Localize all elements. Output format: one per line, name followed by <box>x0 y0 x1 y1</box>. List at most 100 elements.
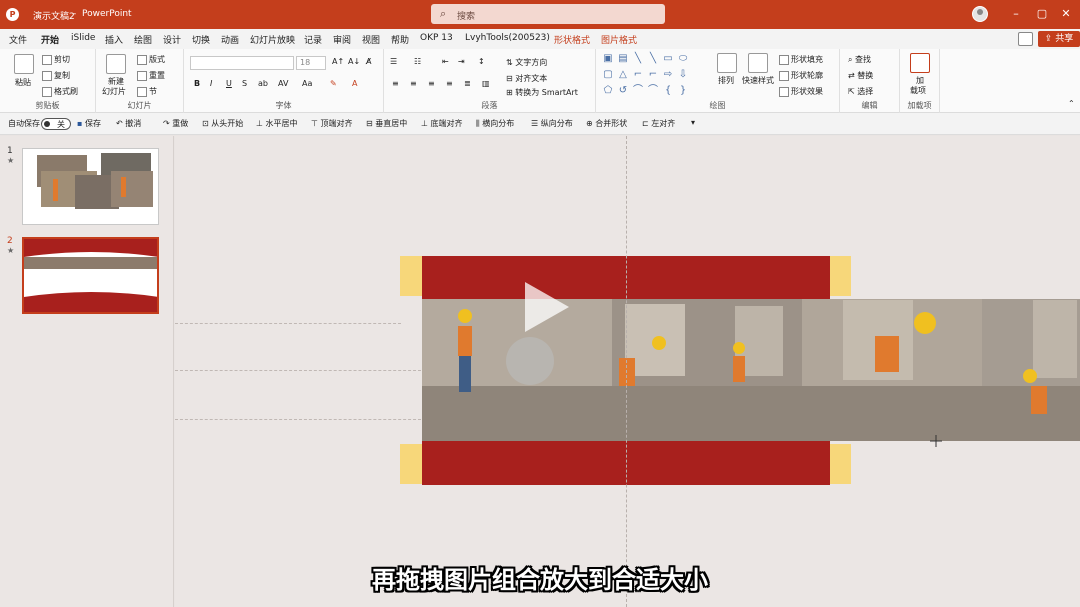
tab-lvyhtools[interactable]: LvyhTools(200523) <box>465 33 550 43</box>
columns-icon[interactable]: ▥ <box>482 79 490 88</box>
addins-icon[interactable] <box>910 53 930 73</box>
decrease-indent-icon[interactable]: ⇤ <box>442 57 449 66</box>
cut-button[interactable]: 剪切 <box>42 54 70 65</box>
comments-icon[interactable] <box>1018 32 1033 46</box>
align-vcenter-button[interactable]: ⊟ 垂直居中 <box>366 118 407 129</box>
grow-font-icon[interactable]: A↑ <box>332 57 344 66</box>
align-center-icon[interactable]: ≡ <box>410 79 417 88</box>
align-left-icon[interactable]: ≡ <box>392 79 399 88</box>
merge-shapes-button[interactable]: ⊕ 合并形状 <box>586 118 627 129</box>
shadow-button[interactable]: S <box>242 79 247 88</box>
tab-view[interactable]: 视图 <box>362 33 380 46</box>
arrange-icon[interactable] <box>717 53 737 73</box>
shape-effects-button[interactable]: 形状效果 <box>779 86 823 97</box>
tab-shape-format[interactable]: 形状格式 <box>554 33 590 46</box>
quick-styles-icon[interactable] <box>748 53 768 73</box>
slide-thumbnail-2[interactable] <box>22 237 159 314</box>
tab-slideshow[interactable]: 幻灯片放映 <box>250 33 295 46</box>
select-button[interactable]: ⇱ 选择 <box>848 86 873 97</box>
bullets-icon[interactable]: ☰ <box>390 57 397 66</box>
search-box[interactable]: ⌕ 搜索 <box>431 4 665 24</box>
line-spacing-icon[interactable]: ↕ <box>478 57 485 66</box>
customize-qat-icon[interactable]: ▾ <box>691 118 695 127</box>
slide-canvas[interactable] <box>175 136 1080 607</box>
section-button[interactable]: 节 <box>137 86 157 97</box>
align-top-button[interactable]: ⊤ 顶端对齐 <box>311 118 353 129</box>
tab-animations[interactable]: 动画 <box>221 33 239 46</box>
freeform-shape-icon[interactable]: ↺ <box>616 84 630 98</box>
paste-button[interactable]: 粘贴 <box>15 77 31 88</box>
arrange-button[interactable]: 排列 <box>718 75 734 86</box>
line2-shape-icon[interactable]: ╲ <box>646 52 660 66</box>
distribute-h-button[interactable]: ⫼ 横向分布 <box>476 118 514 129</box>
brace-right-shape-icon[interactable]: } <box>676 84 690 98</box>
save-button[interactable]: ▪ 保存 <box>77 118 101 129</box>
elbow2-shape-icon[interactable]: ⌐ <box>646 68 660 82</box>
font-size-box[interactable]: 18 <box>296 56 326 70</box>
italic-button[interactable]: I <box>210 79 212 88</box>
down-arrow-shape-icon[interactable]: ⇩ <box>676 68 690 82</box>
align-hcenter-button[interactable]: ⊥ 水平居中 <box>256 118 298 129</box>
bold-button[interactable]: B <box>194 79 200 88</box>
align-text-button[interactable]: ⊟ 对齐文本 <box>506 73 547 84</box>
undo-button[interactable]: ↶ 撤消 <box>116 118 141 129</box>
tab-draw[interactable]: 绘图 <box>134 33 152 46</box>
paste-icon[interactable] <box>14 54 34 74</box>
align-bottom-button[interactable]: ⊥ 底端对齐 <box>421 118 463 129</box>
brace-left-shape-icon[interactable]: { <box>661 84 675 98</box>
textbox-shape-icon[interactable]: ▣ <box>601 52 615 66</box>
smartart-button[interactable]: ⊞ 转换为 SmartArt <box>506 87 578 98</box>
underline-button[interactable]: U <box>226 79 232 88</box>
rounded-rect-shape-icon[interactable]: ▢ <box>601 68 615 82</box>
format-painter-button[interactable]: 格式刷 <box>42 86 78 97</box>
pentagon-shape-icon[interactable]: ⬠ <box>601 84 615 98</box>
new-slide-icon[interactable] <box>106 54 126 74</box>
maximize-icon[interactable]: ▢ <box>1034 6 1050 22</box>
clear-format-icon[interactable]: A̸ <box>366 57 371 66</box>
from-start-button[interactable]: ⊡ 从头开始 <box>202 118 243 129</box>
user-avatar[interactable] <box>972 6 988 22</box>
distribute-v-button[interactable]: ☰ 纵向分布 <box>531 118 573 129</box>
font-name-box[interactable] <box>190 56 294 70</box>
tab-picture-format[interactable]: 图片格式 <box>601 33 637 46</box>
oval-shape-icon[interactable]: ⬭ <box>676 52 690 66</box>
right-arrow-shape-icon[interactable]: ⇨ <box>661 68 675 82</box>
tab-file[interactable]: 文件 <box>9 33 27 46</box>
numbering-icon[interactable]: ☷ <box>414 57 421 66</box>
tab-home[interactable]: 开始 <box>41 33 60 51</box>
tab-islide[interactable]: iSlide <box>71 33 95 43</box>
tab-okp[interactable]: OKP 13 <box>420 33 453 43</box>
vtextbox-shape-icon[interactable]: ▤ <box>616 52 630 66</box>
elbow-shape-icon[interactable]: ⌐ <box>631 68 645 82</box>
tab-insert[interactable]: 插入 <box>105 33 123 46</box>
quick-styles-button[interactable]: 快速样式 <box>742 75 774 86</box>
tab-help[interactable]: 帮助 <box>391 33 409 46</box>
font-color-icon[interactable]: A <box>352 79 357 88</box>
justify-icon[interactable]: ≡ <box>446 79 453 88</box>
tab-record[interactable]: 记录 <box>304 33 322 46</box>
replace-button[interactable]: ⇄ 替换 <box>848 70 873 81</box>
tab-transitions[interactable]: 切换 <box>192 33 210 46</box>
curve-shape-icon[interactable]: ⌒ <box>631 84 645 98</box>
find-button[interactable]: ⌕ 查找 <box>848 54 871 65</box>
increase-indent-icon[interactable]: ⇥ <box>458 57 465 66</box>
distributed-icon[interactable]: ≣ <box>464 79 471 88</box>
autosave-toggle[interactable]: 关 <box>41 118 71 130</box>
change-case-icon[interactable]: Aa <box>302 79 312 88</box>
collapse-ribbon-icon[interactable]: ⌃ <box>1068 99 1075 108</box>
arc-shape-icon[interactable]: ⌒ <box>646 84 660 98</box>
copy-button[interactable]: 复制 <box>42 70 70 81</box>
highlight-icon[interactable]: ✎ <box>330 79 337 88</box>
align-right-icon[interactable]: ≡ <box>428 79 435 88</box>
align-left-button[interactable]: ⊏ 左对齐 <box>642 118 675 129</box>
slide-thumbnail-1[interactable] <box>22 148 159 225</box>
shape-fill-button[interactable]: 形状填充 <box>779 54 823 65</box>
redo-button[interactable]: ↷ 重做 <box>163 118 188 129</box>
minimize-icon[interactable]: – <box>1008 6 1024 22</box>
layout-button[interactable]: 版式 <box>137 54 165 65</box>
shape-outline-button[interactable]: 形状轮廓 <box>779 70 823 81</box>
shrink-font-icon[interactable]: A↓ <box>348 57 360 66</box>
line-shape-icon[interactable]: ╲ <box>631 52 645 66</box>
share-button[interactable]: ⇪ 共享 <box>1038 31 1080 47</box>
close-icon[interactable]: ✕ <box>1058 6 1074 22</box>
